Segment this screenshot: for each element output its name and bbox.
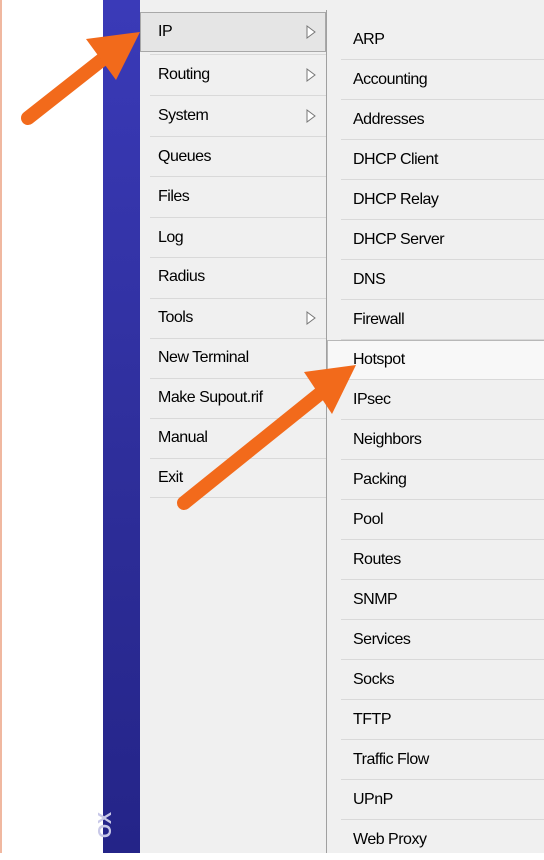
submenu-item-label: UPnP	[353, 791, 393, 808]
submenu-item-label: TFTP	[353, 711, 392, 728]
submenu-item-neighbors[interactable]: Neighbors	[327, 420, 544, 460]
submenu-item-label: Hotspot	[353, 351, 405, 368]
main-menu: IP Routing System Queues Files Log Radiu…	[140, 0, 326, 853]
submenu-item-hotspot[interactable]: Hotspot	[327, 340, 544, 380]
menu-item-label: Routing	[158, 66, 210, 83]
menu-item-system[interactable]: System	[140, 96, 326, 136]
menu-item-radius[interactable]: Radius	[140, 257, 326, 297]
menu-item-label: Log	[158, 229, 184, 246]
submenu-item-addresses[interactable]: Addresses	[327, 100, 544, 140]
menu-item-label: Make Supout.rif	[158, 389, 263, 406]
submenu-item-label: Neighbors	[353, 431, 422, 448]
submenu-item-ipsec[interactable]: IPsec	[327, 380, 544, 420]
submenu-item-dhcp-client[interactable]: DHCP Client	[327, 140, 544, 180]
menu-item-label: Queues	[158, 148, 212, 165]
submenu-item-dhcp-server[interactable]: DHCP Server	[327, 220, 544, 260]
menu-item-label: System	[158, 107, 209, 124]
submenu-item-firewall[interactable]: Firewall	[327, 300, 544, 340]
submenu-arrow-icon	[306, 109, 316, 123]
menu-item-manual[interactable]: Manual	[140, 418, 326, 458]
menu-item-label: New Terminal	[158, 349, 249, 366]
submenu-item-label: Socks	[353, 671, 395, 688]
menu-separator	[150, 497, 326, 498]
submenu-item-label: Traffic Flow	[353, 751, 429, 768]
submenu-item-tftp[interactable]: TFTP	[327, 700, 544, 740]
submenu-item-label: DHCP Relay	[353, 191, 439, 208]
menu-item-files[interactable]: Files	[140, 177, 326, 217]
menu-item-label: Radius	[158, 268, 205, 285]
submenu-arrow-icon	[306, 68, 316, 82]
background-gap	[2, 0, 103, 853]
sidebar-brand-text: OX	[95, 811, 115, 838]
winbox-sidebar	[103, 0, 140, 853]
menu-item-routing[interactable]: Routing	[140, 55, 326, 95]
submenu-item-web-proxy[interactable]: Web Proxy	[327, 820, 544, 860]
submenu-item-upnp[interactable]: UPnP	[327, 780, 544, 820]
submenu-item-traffic-flow[interactable]: Traffic Flow	[327, 740, 544, 780]
submenu-item-pool[interactable]: Pool	[327, 500, 544, 540]
submenu-item-label: Web Proxy	[353, 831, 427, 848]
menu-item-ip[interactable]: IP	[140, 12, 326, 52]
menu-item-label: Exit	[158, 469, 183, 486]
submenu-arrow-icon	[306, 25, 316, 39]
submenu-item-services[interactable]: Services	[327, 620, 544, 660]
submenu-item-label: Firewall	[353, 311, 405, 328]
submenu-item-socks[interactable]: Socks	[327, 660, 544, 700]
menu-item-tools[interactable]: Tools	[140, 298, 326, 338]
submenu-item-dhcp-relay[interactable]: DHCP Relay	[327, 180, 544, 220]
submenu-item-label: DHCP Client	[353, 151, 438, 168]
menu-item-label: Manual	[158, 429, 208, 446]
submenu-item-label: Routes	[353, 551, 401, 568]
submenu-item-label: IPsec	[353, 391, 391, 408]
menu-item-label: IP	[158, 23, 173, 40]
submenu-item-label: ARP	[353, 31, 385, 48]
menu-item-new-terminal[interactable]: New Terminal	[140, 338, 326, 378]
submenu-item-label: SNMP	[353, 591, 398, 608]
submenu-item-packing[interactable]: Packing	[327, 460, 544, 500]
submenu-item-arp[interactable]: ARP	[327, 20, 544, 60]
submenu-item-label: DHCP Server	[353, 231, 445, 248]
submenu-arrow-icon	[306, 311, 316, 325]
submenu-item-label: Accounting	[353, 71, 428, 88]
submenu-item-snmp[interactable]: SNMP	[327, 580, 544, 620]
submenu-item-label: Pool	[353, 511, 384, 528]
menu-item-log[interactable]: Log	[140, 218, 326, 258]
submenu-item-label: Services	[353, 631, 411, 648]
submenu-item-label: Addresses	[353, 111, 425, 128]
menu-item-queues[interactable]: Queues	[140, 137, 326, 177]
submenu-item-label: Packing	[353, 471, 407, 488]
submenu-item-accounting[interactable]: Accounting	[327, 60, 544, 100]
menu-item-make-supout[interactable]: Make Supout.rif	[140, 378, 326, 418]
menu-item-exit[interactable]: Exit	[140, 458, 326, 498]
ip-submenu: ARP Accounting Addresses DHCP Client DHC…	[326, 10, 544, 853]
submenu-item-routes[interactable]: Routes	[327, 540, 544, 580]
submenu-item-label: DNS	[353, 271, 386, 288]
submenu-item-dns[interactable]: DNS	[327, 260, 544, 300]
menu-item-label: Files	[158, 188, 190, 205]
menu-item-label: Tools	[158, 309, 193, 326]
